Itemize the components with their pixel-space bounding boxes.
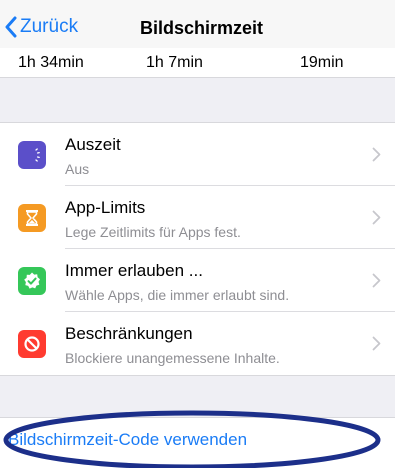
downtime-icon (18, 141, 46, 169)
settings-item-subtitle: Aus (65, 161, 90, 177)
settings-item-title: App-Limits (65, 198, 146, 217)
screen-time-code-row: Bildschirmzeit-Code verwenden (0, 418, 395, 468)
settings-item-subtitle: Blockiere unangemessene Inhalte. (65, 350, 280, 366)
settings-item-app-limits[interactable]: App-Limits Lege Zeitlimits für Apps fest… (0, 186, 395, 249)
checkmark-badge-icon (18, 267, 46, 295)
section-spacer (0, 78, 395, 122)
settings-item-title: Auszeit (65, 135, 121, 154)
use-screen-time-code-link[interactable]: Bildschirmzeit-Code verwenden (8, 430, 247, 450)
settings-item-subtitle: Wähle Apps, die immer erlaubt sind. (65, 287, 290, 303)
settings-item-subtitle: Lege Zeitlimits für Apps fest. (65, 224, 241, 240)
settings-item-restrictions[interactable]: Beschränkungen Blockiere unangemessene I… (0, 312, 395, 375)
usage-value: 1h 7min (146, 54, 203, 71)
navigation-bar: Zurück Bildschirmzeit (0, 0, 395, 48)
settings-item-always-allowed[interactable]: Immer erlauben ... Wähle Apps, die immer… (0, 249, 395, 312)
chevron-right-icon (372, 210, 381, 225)
page-title: Bildschirmzeit (139, 18, 264, 38)
chevron-right-icon (372, 336, 381, 351)
chevron-right-icon (372, 273, 381, 288)
chevron-right-icon (372, 147, 381, 162)
settings-list: Auszeit Aus App-Limits Lege Zeitlimits f… (0, 122, 395, 376)
section-spacer (0, 376, 395, 418)
hourglass-icon (18, 204, 46, 232)
restriction-icon (18, 330, 46, 358)
settings-item-auszeit[interactable]: Auszeit Aus (0, 123, 395, 186)
usage-value: 19min (300, 54, 344, 71)
usage-value: 1h 34min (18, 54, 84, 71)
settings-item-title: Beschränkungen (65, 324, 193, 343)
settings-item-title: Immer erlauben ... (65, 261, 203, 280)
usage-summary-row: 1h 34min 1h 7min 19min (0, 48, 395, 78)
